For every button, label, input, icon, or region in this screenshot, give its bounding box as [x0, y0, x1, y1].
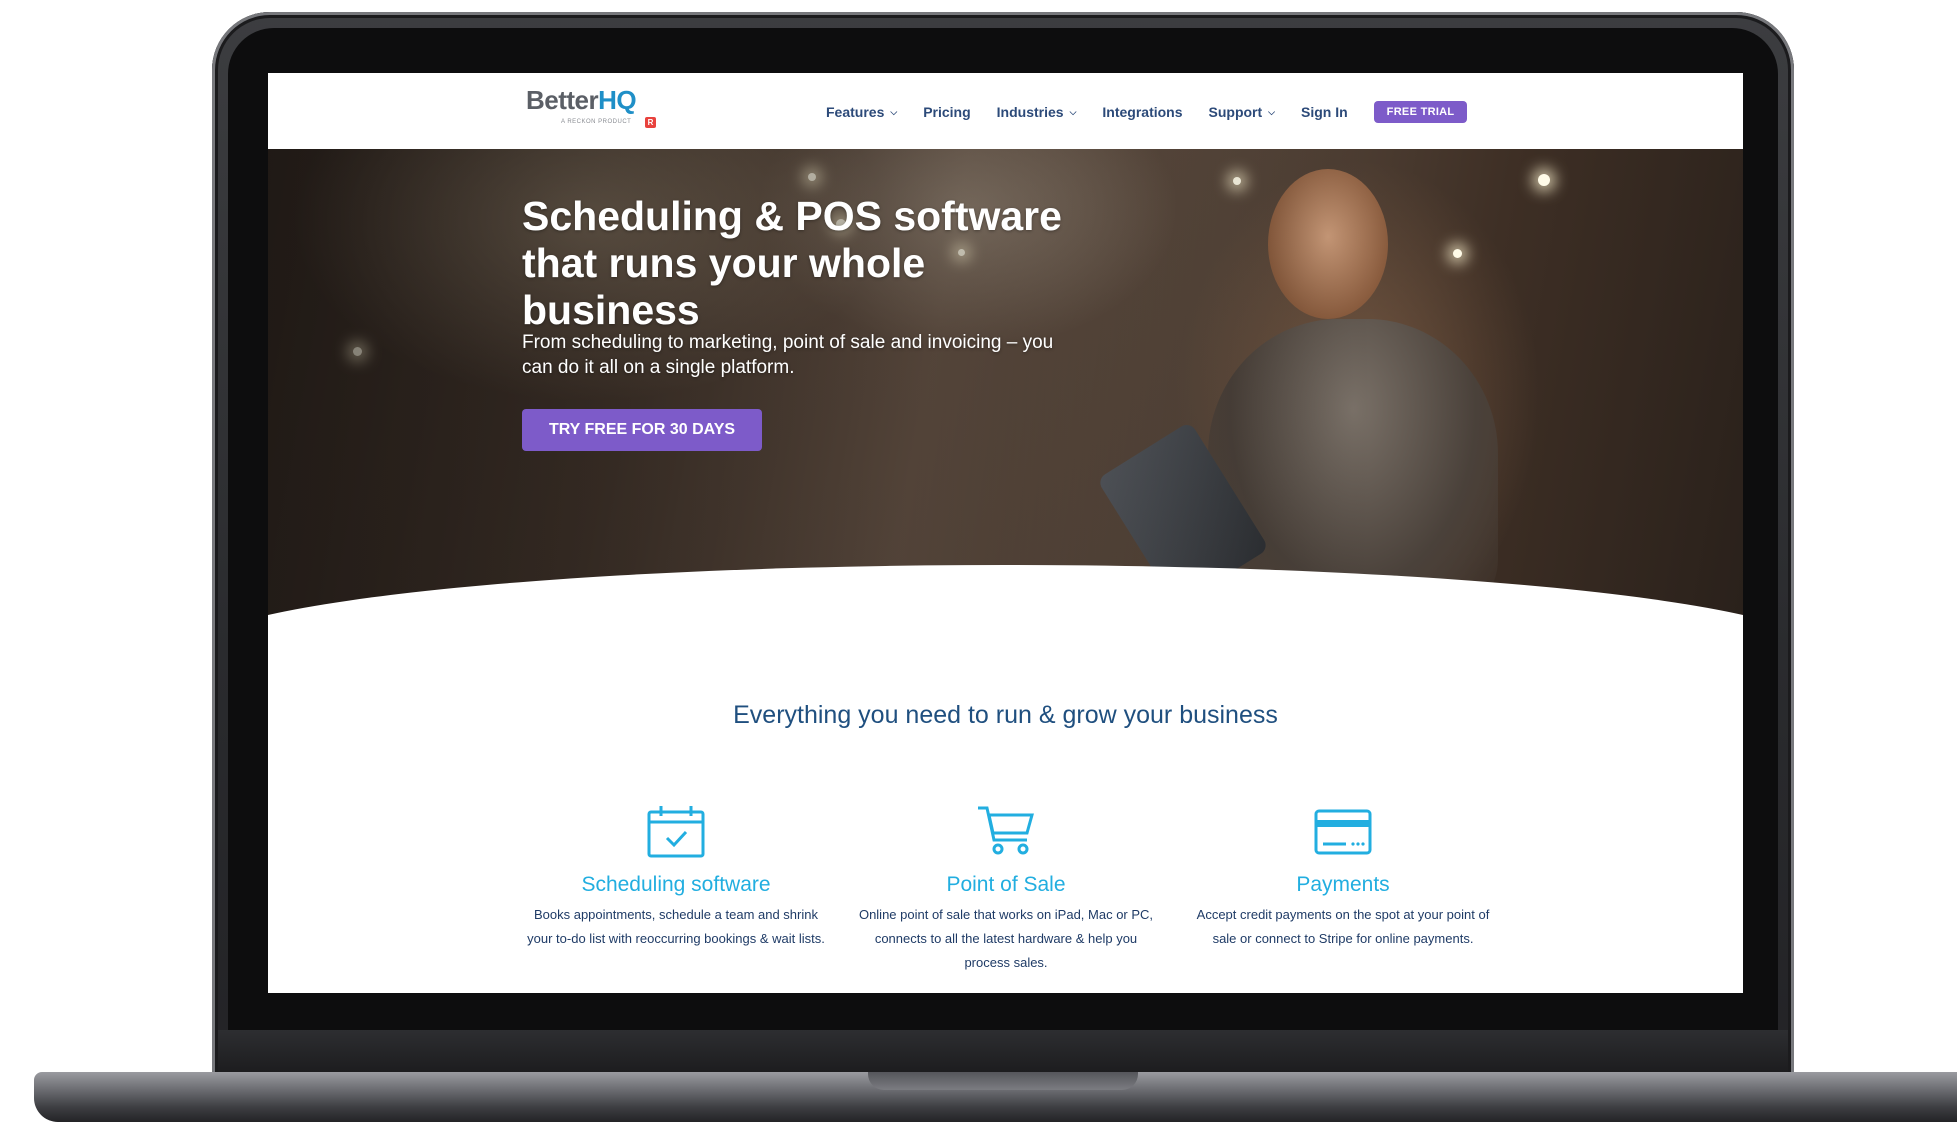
- betterhq-logo[interactable]: BetterHQ A RECKON PRODUCT R: [526, 85, 666, 135]
- nav-item-pricing[interactable]: Pricing: [923, 104, 970, 120]
- laptop-chin: [218, 1030, 1788, 1074]
- try-free-button[interactable]: TRY FREE FOR 30 DAYS: [522, 409, 762, 451]
- feature-title[interactable]: Scheduling software: [526, 873, 826, 897]
- nav-item-label: Features: [826, 104, 885, 120]
- main-nav: Features ⌵ Pricing Industries ⌵ Integrat…: [826, 101, 1468, 123]
- nav-item-label: Pricing: [923, 104, 971, 120]
- shopping-cart-icon: [978, 806, 1034, 855]
- feature-title[interactable]: Point of Sale: [856, 873, 1156, 897]
- feature-description: Online point of sale that works on iPad,…: [858, 907, 1154, 970]
- feature-description: Books appointments, schedule a team and …: [527, 907, 825, 946]
- feature-payments: Payments Accept credit payments on the s…: [1193, 803, 1493, 951]
- site-header: BetterHQ A RECKON PRODUCT R Features ⌵ P…: [268, 73, 1743, 149]
- feature-title[interactable]: Payments: [1193, 873, 1493, 897]
- nav-item-support[interactable]: Support ⌵: [1209, 104, 1275, 120]
- logo-tagline: A RECKON PRODUCT: [561, 119, 632, 125]
- feature-point-of-sale: Point of Sale Online point of sale that …: [856, 803, 1156, 975]
- nav-item-label: Support: [1208, 104, 1263, 120]
- chevron-down-icon: ⌵: [1069, 106, 1077, 117]
- logo-text-main: Better: [526, 85, 599, 115]
- nav-item-label: Integrations: [1102, 104, 1183, 120]
- free-trial-button[interactable]: FREE TRIAL: [1373, 101, 1468, 123]
- nav-item-label: Sign In: [1301, 104, 1348, 120]
- chevron-down-icon: ⌵: [1268, 106, 1275, 117]
- logo-text-accent: HQ: [598, 85, 637, 115]
- credit-card-icon: [1314, 809, 1372, 855]
- features-section-title: Everything you need to run & grow your b…: [733, 701, 1278, 729]
- nav-item-features[interactable]: Features ⌵: [826, 104, 897, 120]
- feature-scheduling: Scheduling software Books appointments, …: [526, 803, 826, 951]
- nav-item-industries[interactable]: Industries ⌵: [997, 104, 1077, 120]
- reckon-badge-icon: R: [645, 117, 656, 128]
- feature-description: Accept credit payments on the spot at yo…: [1196, 907, 1490, 946]
- website-screen: BetterHQ A RECKON PRODUCT R Features ⌵ P…: [268, 73, 1743, 993]
- chevron-down-icon: ⌵: [890, 106, 898, 117]
- laptop-notch: [868, 1072, 1138, 1090]
- nav-item-label: Industries: [996, 104, 1064, 120]
- nav-item-sign-in[interactable]: Sign In: [1301, 104, 1348, 120]
- hero-title: Scheduling & POS software that runs your…: [522, 193, 1062, 333]
- logo-wordmark: BetterHQ: [526, 85, 637, 116]
- nav-item-integrations[interactable]: Integrations: [1102, 104, 1182, 120]
- calendar-check-icon: [647, 806, 705, 858]
- hero-subtitle: From scheduling to marketing, point of s…: [522, 332, 1054, 378]
